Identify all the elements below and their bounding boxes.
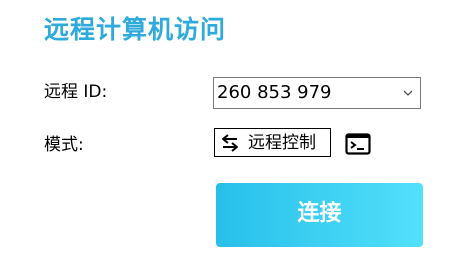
chevron-down-icon	[403, 90, 413, 96]
mode-toggle-button[interactable]: 远程控制	[214, 128, 331, 157]
mode-label: 模式:	[44, 135, 84, 155]
remote-access-panel: 远程计算机访问 远程 ID: 260 853 979 模式: 远程控制 连接	[0, 0, 465, 273]
connect-button-label: 连接	[297, 201, 342, 226]
remote-id-value: 260 853 979	[217, 82, 332, 103]
terminal-icon[interactable]	[345, 133, 371, 155]
connect-button[interactable]: 连接	[216, 183, 423, 247]
page-title: 远程计算机访问	[44, 15, 227, 44]
swap-arrows-icon	[222, 134, 238, 152]
remote-id-label: 远程 ID:	[44, 82, 108, 102]
remote-id-select[interactable]: 260 853 979	[213, 77, 421, 109]
mode-value: 远程控制	[248, 133, 316, 153]
